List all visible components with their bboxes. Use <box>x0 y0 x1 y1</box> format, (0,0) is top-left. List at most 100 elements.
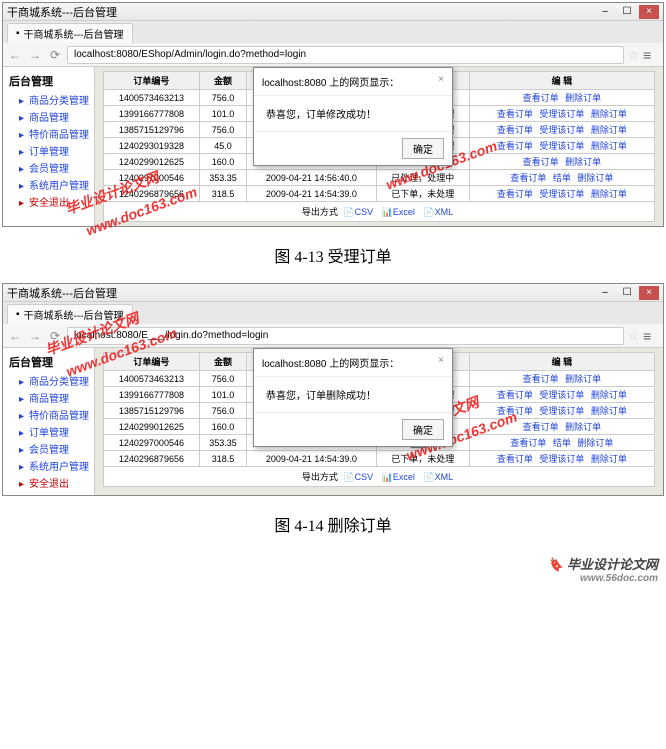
action-link[interactable]: 查看订单 <box>497 189 533 199</box>
action-link[interactable]: 删除订单 <box>591 390 627 400</box>
action-link[interactable]: 查看订单 <box>497 454 533 464</box>
action-link[interactable]: 查看订单 <box>510 173 546 183</box>
action-link[interactable]: 受理该订单 <box>539 406 584 416</box>
browser-tab[interactable]: ▪ 干商城系统---后台管理 <box>7 304 133 324</box>
sidebar-item[interactable]: ▸商品管理 <box>5 108 92 125</box>
dialog-ok-button[interactable]: 确定 <box>402 138 444 159</box>
export-csv[interactable]: 📄CSV <box>343 472 373 482</box>
action-link[interactable]: 删除订单 <box>565 157 601 167</box>
action-link[interactable]: 结单 <box>553 173 571 183</box>
sidebar-item[interactable]: ▸安全退出 <box>5 193 92 210</box>
column-header: 金额 <box>199 72 246 90</box>
figure-caption-1: 图 4-13 受理订单 <box>0 229 666 281</box>
folder-icon: ▸ <box>19 181 27 189</box>
bookmark-icon[interactable]: ☆ <box>628 329 639 343</box>
action-link[interactable]: 查看订单 <box>497 125 533 135</box>
action-link[interactable]: 删除订单 <box>591 141 627 151</box>
action-link[interactable]: 删除订单 <box>591 454 627 464</box>
order-amount: 353.35 <box>199 435 246 451</box>
sidebar-item[interactable]: ▸商品分类管理 <box>5 372 92 389</box>
alert-dialog: localhost:8080 上的网页显示： × 恭喜您，订单删除成功！ 确定 <box>253 348 453 447</box>
action-link[interactable]: 删除订单 <box>591 406 627 416</box>
sidebar-item[interactable]: ▸会员管理 <box>5 440 92 457</box>
folder-icon: ▸ <box>19 428 27 436</box>
forward-button[interactable]: → <box>27 328 43 344</box>
folder-icon: ▸ <box>19 113 27 121</box>
order-id: 1240299012625 <box>104 419 200 435</box>
action-link[interactable]: 删除订单 <box>565 93 601 103</box>
table-row: 1240297000546353.352009-04-21 14:56:40.0… <box>104 170 655 186</box>
action-link[interactable]: 查看订单 <box>523 422 559 432</box>
action-link[interactable]: 删除订单 <box>591 189 627 199</box>
order-amount: 318.5 <box>199 451 246 467</box>
action-link[interactable]: 删除订单 <box>565 422 601 432</box>
sidebar-item[interactable]: ▸特价商品管理 <box>5 125 92 142</box>
action-link[interactable]: 删除订单 <box>577 173 613 183</box>
menu-icon[interactable]: ≡ <box>643 47 659 63</box>
action-link[interactable]: 删除订单 <box>577 438 613 448</box>
sidebar-item[interactable]: ▸系统用户管理 <box>5 457 92 474</box>
action-link[interactable]: 删除订单 <box>565 374 601 384</box>
order-actions: 查看订单 结单 删除订单 <box>469 435 654 451</box>
export-excel[interactable]: 📊Excel <box>382 472 415 482</box>
action-link[interactable]: 查看订单 <box>497 390 533 400</box>
action-link[interactable]: 受理该订单 <box>539 125 584 135</box>
maximize-button[interactable]: ☐ <box>617 286 637 300</box>
action-link[interactable]: 删除订单 <box>591 125 627 135</box>
action-link[interactable]: 结单 <box>553 438 571 448</box>
action-link[interactable]: 受理该订单 <box>539 454 584 464</box>
close-button[interactable]: × <box>639 286 659 300</box>
action-link[interactable]: 删除订单 <box>591 109 627 119</box>
menu-icon[interactable]: ≡ <box>643 328 659 344</box>
sidebar-item[interactable]: ▸订单管理 <box>5 142 92 159</box>
close-button[interactable]: × <box>639 5 659 19</box>
dialog-close-icon[interactable]: × <box>438 74 444 89</box>
address-bar: ← → ⟳ ☆ ≡ <box>3 43 663 67</box>
dialog-ok-button[interactable]: 确定 <box>402 419 444 440</box>
action-link[interactable]: 受理该订单 <box>539 141 584 151</box>
bookmark-icon[interactable]: ☆ <box>628 48 639 62</box>
export-label: 导出方式 <box>302 472 338 482</box>
url-input[interactable] <box>67 46 624 64</box>
action-link[interactable]: 受理该订单 <box>539 109 584 119</box>
sidebar-item[interactable]: ▸会员管理 <box>5 159 92 176</box>
browser-tab[interactable]: ▪ 干商城系统---后台管理 <box>7 23 133 43</box>
back-button[interactable]: ← <box>7 328 23 344</box>
dialog-close-icon[interactable]: × <box>438 355 444 370</box>
page-body: 后台管理 ▸商品分类管理▸商品管理▸特价商品管理▸订单管理▸会员管理▸系统用户管… <box>3 67 663 226</box>
tab-bar: ▪ 干商城系统---后台管理 <box>3 302 663 324</box>
action-link[interactable]: 查看订单 <box>523 157 559 167</box>
tab-bar: ▪ 干商城系统---后台管理 <box>3 21 663 43</box>
action-link[interactable]: 查看订单 <box>523 93 559 103</box>
export-xml[interactable]: 📄XML <box>423 207 453 217</box>
sidebar-item[interactable]: ▸特价商品管理 <box>5 406 92 423</box>
minimize-button[interactable]: – <box>595 286 615 300</box>
action-link[interactable]: 受理该订单 <box>539 189 584 199</box>
order-status: 已处理，处理中 <box>376 170 469 186</box>
action-link[interactable]: 查看订单 <box>497 109 533 119</box>
sidebar-item[interactable]: ▸商品管理 <box>5 389 92 406</box>
action-link[interactable]: 查看订单 <box>497 141 533 151</box>
export-xml[interactable]: 📄XML <box>423 472 453 482</box>
sidebar-item[interactable]: ▸系统用户管理 <box>5 176 92 193</box>
action-link[interactable]: 查看订单 <box>497 406 533 416</box>
reload-button[interactable]: ⟳ <box>47 47 63 63</box>
sidebar-item[interactable]: ▸商品分类管理 <box>5 91 92 108</box>
action-link[interactable]: 受理该订单 <box>539 390 584 400</box>
minimize-button[interactable]: – <box>595 5 615 19</box>
back-button[interactable]: ← <box>7 47 23 63</box>
sidebar-item[interactable]: ▸订单管理 <box>5 423 92 440</box>
action-link[interactable]: 查看订单 <box>523 374 559 384</box>
reload-button[interactable]: ⟳ <box>47 328 63 344</box>
forward-button[interactable]: → <box>27 47 43 63</box>
order-amount: 318.5 <box>199 186 246 202</box>
dialog-footer: 确定 <box>254 131 452 165</box>
sidebar-item[interactable]: ▸安全退出 <box>5 474 92 491</box>
maximize-button[interactable]: ☐ <box>617 5 637 19</box>
export-csv[interactable]: 📄CSV <box>343 207 373 217</box>
url-input[interactable] <box>67 327 624 345</box>
action-link[interactable]: 查看订单 <box>510 438 546 448</box>
export-excel[interactable]: 📊Excel <box>382 207 415 217</box>
screenshot-2: 干商城系统---后台管理 – ☐ × ▪ 干商城系统---后台管理 ← → ⟳ … <box>2 283 664 496</box>
order-actions: 查看订单 删除订单 <box>469 371 654 387</box>
